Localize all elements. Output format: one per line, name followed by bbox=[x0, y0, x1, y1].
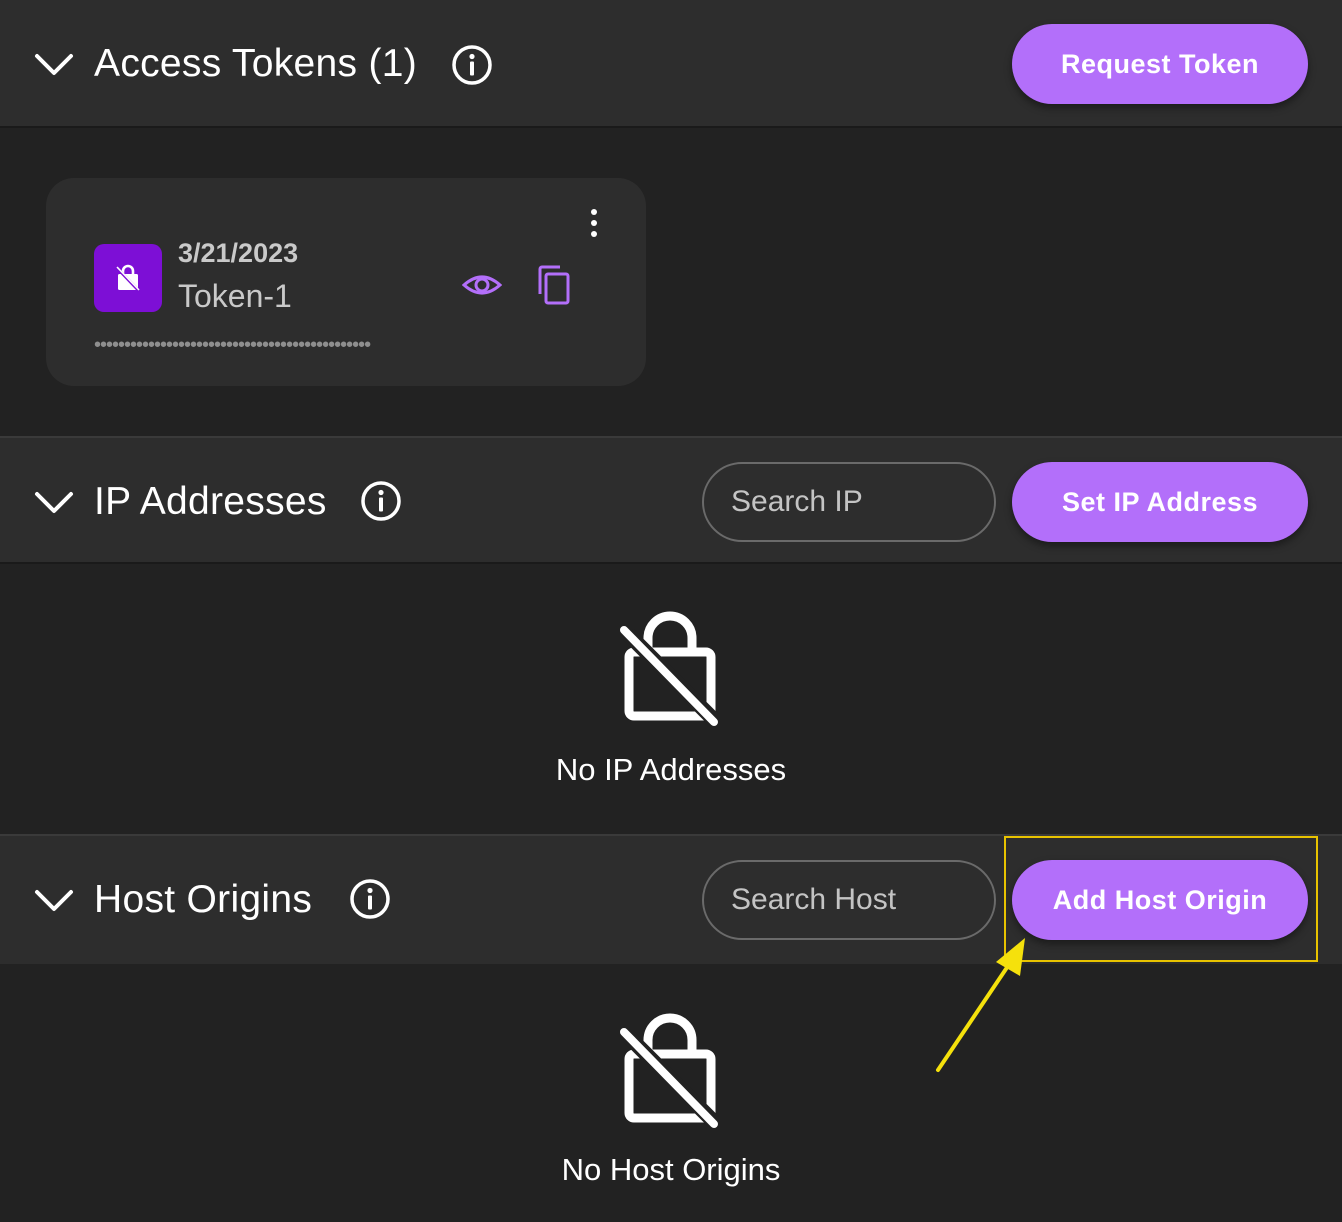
chevron-down-icon[interactable] bbox=[34, 44, 74, 84]
info-icon[interactable] bbox=[349, 878, 391, 920]
token-name: Token-1 bbox=[178, 278, 292, 314]
copy-icon[interactable] bbox=[534, 264, 574, 306]
token-masked-value: ••••••••••••••••••••••••••••••••••••••••… bbox=[94, 338, 371, 352]
info-icon[interactable] bbox=[360, 480, 402, 522]
token-card: 3/21/2023 Token-1 ••••••••••••••••••••••… bbox=[46, 178, 646, 386]
chevron-down-icon[interactable] bbox=[34, 482, 74, 522]
ip-addresses-title: IP Addresses bbox=[94, 480, 327, 523]
ip-addresses-header: IP Addresses Set IP Address bbox=[0, 436, 1342, 564]
arrow-annotation-icon bbox=[936, 938, 1025, 1072]
token-date: 3/21/2023 bbox=[178, 238, 299, 268]
host-origins-title: Host Origins bbox=[94, 878, 313, 921]
info-icon[interactable] bbox=[451, 44, 493, 86]
request-token-button[interactable]: Request Token bbox=[1012, 24, 1308, 104]
set-ip-address-button[interactable]: Set IP Address bbox=[1012, 462, 1308, 542]
access-tokens-title: Access Tokens (1) bbox=[94, 42, 418, 85]
lock-off-icon bbox=[620, 611, 720, 726]
no-ip-addresses-text: No IP Addresses bbox=[555, 752, 787, 787]
token-badge bbox=[94, 244, 162, 312]
lock-off-icon bbox=[115, 264, 141, 293]
more-vert-icon[interactable] bbox=[587, 208, 601, 240]
search-host-input[interactable] bbox=[702, 860, 996, 940]
no-host-origins-text: No Host Origins bbox=[561, 1152, 781, 1187]
lock-off-icon bbox=[620, 1013, 720, 1128]
eye-icon[interactable] bbox=[462, 270, 502, 300]
access-tokens-header: Access Tokens (1) Request Token bbox=[0, 0, 1342, 128]
highlight-box bbox=[1004, 836, 1318, 962]
chevron-down-icon[interactable] bbox=[34, 880, 74, 920]
search-ip-input[interactable] bbox=[702, 462, 996, 542]
